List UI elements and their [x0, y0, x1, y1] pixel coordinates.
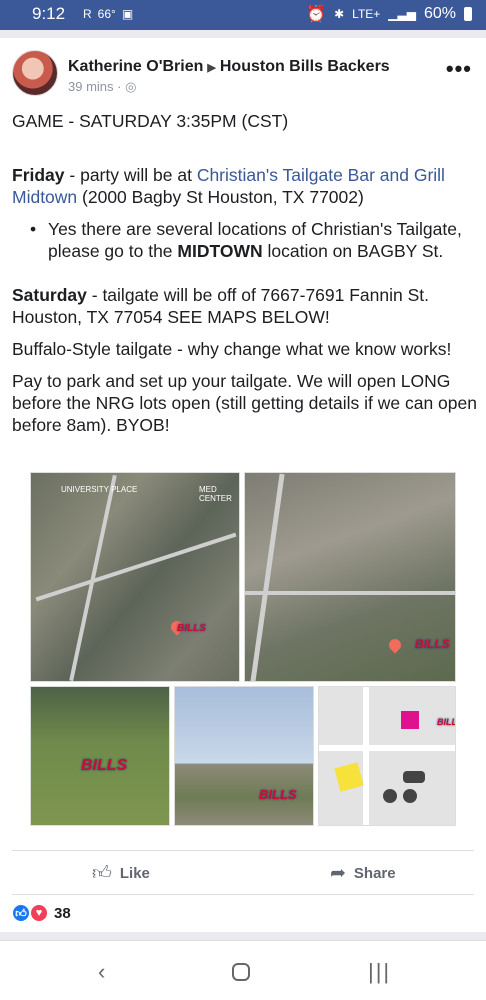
- back-icon[interactable]: ‹: [98, 959, 105, 985]
- map-photo-1[interactable]: UNIVERSITY PLACE MED CENTER BILLS: [30, 472, 240, 682]
- bluetooth-icon: ✱: [334, 7, 345, 21]
- group-name[interactable]: Houston Bills Backers: [220, 58, 390, 75]
- map-pin-icon: [386, 636, 404, 654]
- bills-logo: BILLS: [437, 717, 455, 727]
- battery-level: 60%: [423, 5, 456, 22]
- friday-label: Friday: [12, 165, 65, 185]
- alarm-icon: ⏰: [306, 6, 327, 23]
- clock: 9:12: [32, 4, 66, 23]
- saturday-paragraph: Saturday - tailgate will be off of 7667-…: [12, 285, 430, 327]
- home-icon[interactable]: [232, 963, 250, 981]
- system-nav-bar: ‹ |||: [0, 940, 486, 1000]
- divider: [12, 850, 474, 851]
- network-type: LTE+: [352, 7, 381, 21]
- share-button[interactable]: ➦ Share: [330, 862, 396, 885]
- like-reaction-icon: 👍︎: [12, 904, 30, 922]
- friday-paragraph: Friday - party will be at Christian's Ta…: [12, 165, 445, 207]
- saturday-label: Saturday: [12, 285, 87, 305]
- post-header: Katherine O'Brien ▶ Houston Bills Backers: [68, 58, 390, 76]
- post-time[interactable]: 39 mins: [68, 79, 114, 94]
- map-label: MED CENTER: [199, 485, 232, 503]
- signal-icon: ▁▃▅: [388, 7, 416, 21]
- image-icon: ▣: [121, 7, 134, 21]
- pay-line: Pay to park and set up your tailgate. We…: [12, 371, 477, 435]
- divider: [12, 894, 474, 895]
- bills-logo: BILLS: [177, 623, 206, 634]
- buffalo-line: Buffalo-Style tailgate - why change what…: [12, 339, 452, 359]
- more-options-button[interactable]: •••: [446, 56, 472, 82]
- battery-icon: [464, 7, 472, 21]
- bills-logo: BILLS: [81, 757, 128, 774]
- author-name[interactable]: Katherine O'Brien: [68, 58, 203, 75]
- list-item: Yes there are several locations of Chris…: [30, 218, 478, 262]
- rakuten-icon: R: [83, 7, 92, 21]
- map-label: UNIVERSITY PLACE: [61, 485, 138, 494]
- caret-right-icon: ▶: [207, 62, 216, 74]
- lot-photo[interactable]: BILLS: [174, 686, 314, 826]
- photo-grid: UNIVERSITY PLACE MED CENTER BILLS BILLS …: [30, 472, 458, 830]
- avatar[interactable]: [12, 50, 58, 96]
- post-actions: 👍︎ Like ➦ Share: [0, 854, 486, 894]
- post-meta: 39 mins · ◎: [68, 79, 137, 94]
- post-body: GAME - SATURDAY 3:35PM (CST) Friday - pa…: [12, 110, 478, 446]
- post-card: Katherine O'Brien ▶ Houston Bills Backers …: [0, 38, 486, 932]
- share-icon: ➦: [330, 863, 346, 884]
- reaction-count: 38: [54, 904, 71, 922]
- thumbs-up-icon: 👍︎: [92, 863, 112, 884]
- globe-icon: ◎: [125, 79, 137, 94]
- friday-bullets: Yes there are several locations of Chris…: [30, 218, 478, 262]
- like-button[interactable]: 👍︎ Like: [92, 862, 150, 885]
- temperature: 66°: [97, 7, 116, 21]
- status-bar: 9:12 R 66° ▣ ⏰ ✱ LTE+ ▁▃▅ 60%: [0, 0, 486, 30]
- game-line: GAME - SATURDAY 3:35PM (CST): [12, 111, 289, 131]
- love-reaction-icon: ♥: [30, 904, 48, 922]
- map-photo-2[interactable]: BILLS: [244, 472, 456, 682]
- aerial-photo[interactable]: BILLS: [30, 686, 170, 826]
- reactions-summary[interactable]: 👍︎ ♥ 38: [12, 904, 71, 922]
- street-map-photo[interactable]: BILLS: [318, 686, 456, 826]
- bills-logo: BILLS: [415, 637, 450, 651]
- recent-apps-icon[interactable]: |||: [368, 959, 391, 985]
- bills-logo: BILLS: [259, 787, 297, 802]
